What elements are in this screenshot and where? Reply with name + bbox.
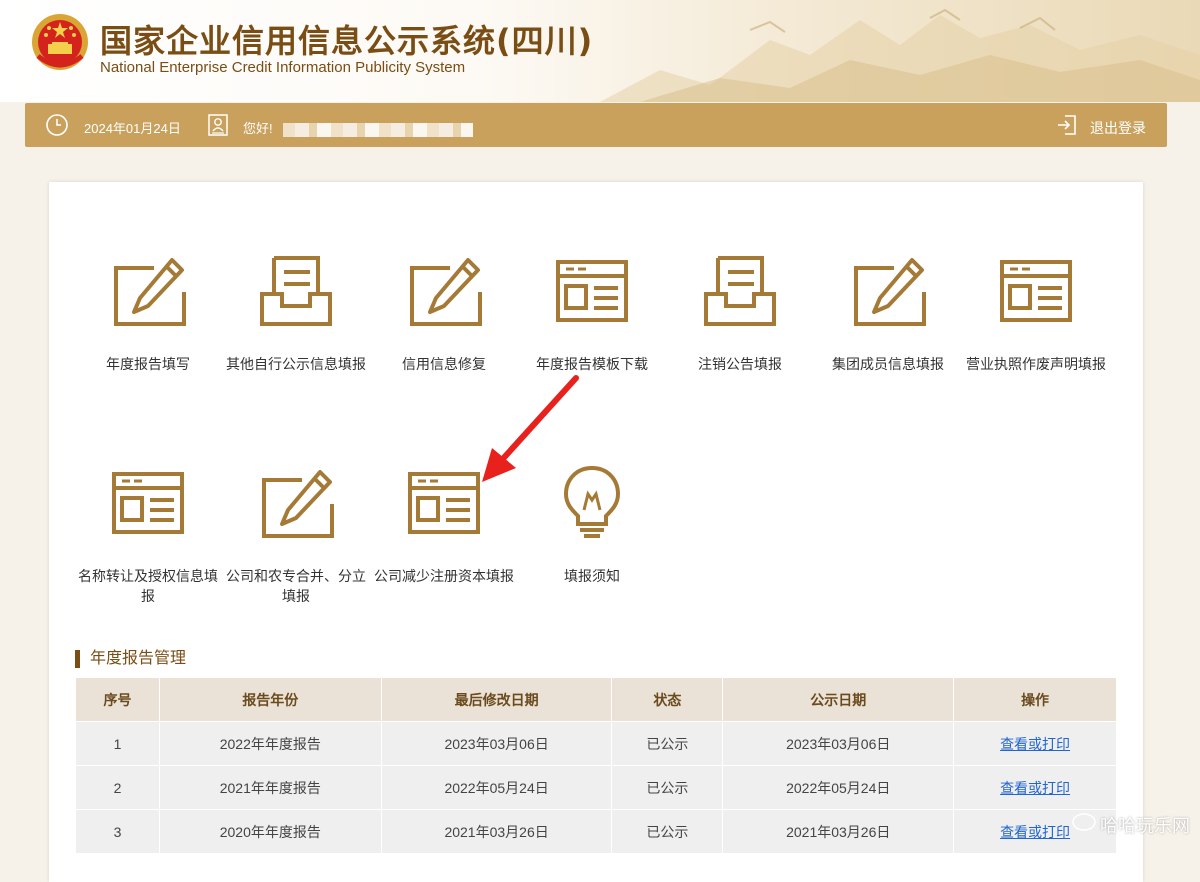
tile-label: 注销公告填报 (698, 356, 782, 372)
annual-report-table: 序号 报告年份 最后修改日期 状态 公示日期 操作 1 2022年年度报告 20… (75, 677, 1117, 854)
tile-annual-report-fill[interactable]: 年度报告填写 (74, 252, 222, 374)
column-header: 状态 (611, 677, 724, 722)
tile-label: 集团成员信息填报 (832, 356, 944, 372)
view-print-link[interactable]: 查看或打印 (1000, 780, 1070, 796)
tile-merger-split[interactable]: 公司和农专合并、分立填报 (222, 464, 370, 606)
column-header: 报告年份 (158, 677, 382, 722)
pencil-edit-icon (114, 258, 186, 326)
cell-modified: 2023年03月06日 (380, 721, 613, 766)
tile-label: 营业执照作废声明填报 (966, 356, 1106, 372)
tile-label: 其他自行公示信息填报 (226, 356, 366, 372)
lightbulb-icon (563, 465, 621, 538)
tile-label: 公司减少注册资本填报 (374, 568, 514, 584)
main-panel: 年度报告填写 其他自行公示信息填报 信用信息修复 年度报告模板下载 注销公告填报… (49, 182, 1143, 882)
form-template-icon (112, 472, 184, 534)
tile-license-void-statement[interactable]: 营业执照作废声明填报 (962, 252, 1110, 374)
cell-year: 2022年年度报告 (158, 721, 382, 766)
view-print-link[interactable]: 查看或打印 (1000, 824, 1070, 840)
table-row: 1 2022年年度报告 2023年03月06日 已公示 2023年03月06日 … (75, 721, 1117, 766)
column-header: 最后修改日期 (380, 677, 613, 722)
user-badge-icon (208, 114, 228, 136)
clock-icon (46, 114, 68, 136)
tile-label: 填报须知 (564, 568, 620, 584)
column-header: 公示日期 (722, 677, 955, 722)
column-header: 序号 (75, 677, 160, 722)
tile-filing-guide[interactable]: 填报须知 (518, 464, 666, 586)
mountain-landscape-decoration (600, 8, 1200, 102)
watermark-logo-icon (1072, 813, 1096, 831)
form-template-icon (1000, 260, 1072, 322)
site-title: 国家企业信用信息公示系统(四川) (100, 22, 594, 60)
tile-deregistration-notice[interactable]: 注销公告填报 (666, 252, 814, 374)
national-emblem-icon (32, 14, 88, 70)
masked-username (283, 123, 473, 137)
tile-label: 名称转让及授权信息填报 (78, 568, 218, 604)
tile-name-transfer[interactable]: 名称转让及授权信息填报 (74, 464, 222, 606)
form-template-icon (408, 472, 480, 534)
logout-icon[interactable] (1055, 113, 1079, 137)
logout-link[interactable]: 退出登录 (1090, 118, 1146, 138)
table-row: 3 2020年年度报告 2021年03月26日 已公示 2021年03月26日 … (75, 809, 1117, 854)
cell-year: 2020年年度报告 (158, 809, 382, 854)
section-title-annual-report: 年度报告管理 (75, 650, 186, 668)
view-print-link[interactable]: 查看或打印 (1000, 736, 1070, 752)
cell-published: 2022年05月24日 (722, 765, 955, 810)
cell-no: 1 (75, 721, 160, 766)
tile-label: 信用信息修复 (402, 356, 486, 372)
column-header: 操作 (953, 677, 1117, 722)
cell-status: 已公示 (611, 721, 724, 766)
cell-year: 2021年年度报告 (158, 765, 382, 810)
cell-action: 查看或打印 (953, 721, 1117, 766)
tile-label: 公司和农专合并、分立填报 (226, 568, 366, 604)
tile-group-member-info[interactable]: 集团成员信息填报 (814, 252, 962, 374)
cell-no: 3 (75, 809, 160, 854)
cell-status: 已公示 (611, 809, 724, 854)
form-template-icon (556, 260, 628, 322)
tile-credit-repair[interactable]: 信用信息修复 (370, 252, 518, 374)
tile-label: 年度报告模板下载 (536, 356, 648, 372)
user-bar: 2024年01月24日 您好! 退出登录 (25, 103, 1167, 147)
pencil-edit-icon (854, 258, 926, 326)
cell-modified: 2021年03月26日 (380, 809, 613, 854)
document-tray-icon (260, 256, 332, 326)
cell-status: 已公示 (611, 765, 724, 810)
pencil-edit-icon (410, 258, 482, 326)
cell-action: 查看或打印 (953, 765, 1117, 810)
cell-modified: 2022年05月24日 (380, 765, 613, 810)
tile-other-disclosure[interactable]: 其他自行公示信息填报 (222, 252, 370, 374)
tile-template-download[interactable]: 年度报告模板下载 (518, 252, 666, 374)
cell-published: 2021年03月26日 (722, 809, 955, 854)
cell-no: 2 (75, 765, 160, 810)
greeting-text: 您好! (243, 121, 273, 136)
tile-label: 年度报告填写 (106, 356, 190, 372)
watermark-text: 哈哈玩乐网 (1100, 816, 1190, 836)
document-tray-icon (704, 256, 776, 326)
site-header: 国家企业信用信息公示系统(四川) National Enterprise Cre… (0, 0, 1200, 102)
pencil-edit-icon (262, 470, 334, 538)
tile-capital-reduction[interactable]: 公司减少注册资本填报 (370, 464, 518, 586)
current-date: 2024年01月24日 (84, 121, 181, 136)
site-subtitle: National Enterprise Credit Information P… (100, 59, 466, 76)
table-header-row: 序号 报告年份 最后修改日期 状态 公示日期 操作 (75, 677, 1117, 722)
cell-published: 2023年03月06日 (722, 721, 955, 766)
table-row: 2 2021年年度报告 2022年05月24日 已公示 2022年05月24日 … (75, 765, 1117, 810)
